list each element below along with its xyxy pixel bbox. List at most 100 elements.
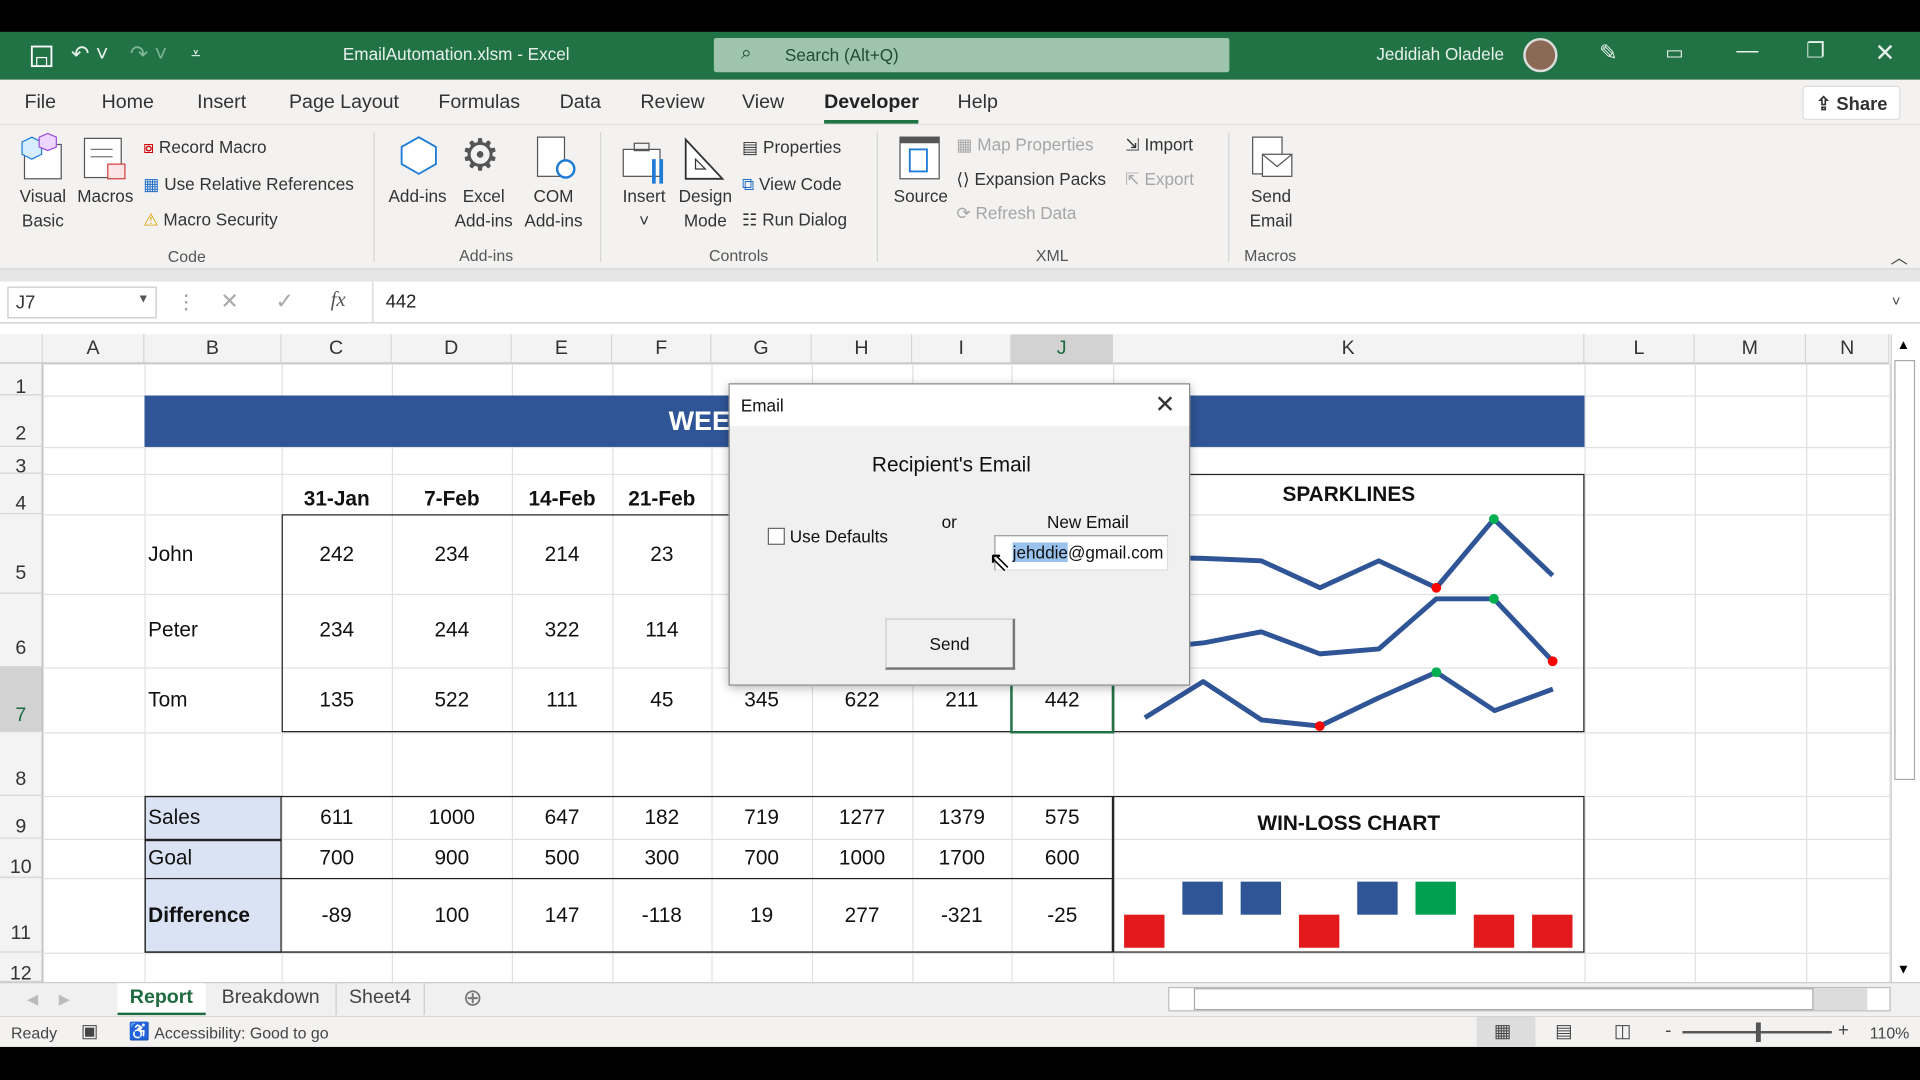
properties-icon: ▤ [742, 137, 759, 157]
close-icon[interactable]: ✕ [1155, 389, 1176, 420]
table-icon: ▦ [143, 173, 160, 194]
share-button[interactable]: ⇪ Share [1802, 85, 1901, 121]
formula-input[interactable]: 442 [372, 281, 1890, 324]
design-mode-button[interactable]: Design Mode [675, 184, 736, 233]
minimize-icon[interactable]: — [1736, 38, 1758, 64]
scroll-right-icon[interactable]: ▶ [59, 991, 70, 1008]
view-code-button[interactable]: ⧉ View Code [742, 174, 842, 195]
tab-file[interactable]: File [24, 92, 56, 114]
map-properties-button[interactable]: ▦ Map Properties [956, 135, 1093, 156]
user-name[interactable]: Jedidiah Oladele [1376, 44, 1504, 64]
mouse-cursor-icon: ⇖ [988, 546, 1011, 577]
horizontal-scrollbar[interactable] [1168, 986, 1891, 1012]
zoom-in-icon[interactable]: + [1838, 1020, 1849, 1041]
name-box-value: J7 [15, 292, 36, 314]
export-label: Export [1144, 168, 1194, 189]
send-button[interactable]: Send [885, 618, 1016, 670]
restore-icon[interactable]: ❐ [1806, 39, 1825, 63]
page-layout-view-icon[interactable]: ▤ [1555, 1020, 1572, 1042]
tab-help[interactable]: Help [958, 92, 998, 114]
refresh-data-icon: ⟳ [956, 203, 971, 223]
zoom-out-icon[interactable]: - [1665, 1020, 1671, 1041]
undo-icon[interactable]: ↶ ˅ [71, 42, 108, 68]
ribbon: Visual Basic Macros ⧇ Record Macro ▦ Use… [0, 124, 1920, 270]
export-button[interactable]: ⇱ Export [1125, 169, 1194, 190]
close-icon[interactable]: ✕ [1875, 38, 1896, 69]
enter-icon[interactable]: ✓ [276, 289, 294, 315]
scroll-down-icon[interactable]: ▼ [1897, 962, 1910, 977]
sheet-tab-sheet4[interactable]: Sheet4 [335, 983, 425, 1016]
use-defaults-checkbox[interactable] [767, 527, 785, 545]
tab-view[interactable]: View [742, 92, 784, 114]
send-email-icon [1252, 136, 1293, 177]
tab-developer[interactable]: Developer [824, 92, 920, 124]
properties-button[interactable]: ▤ Properties [742, 137, 841, 158]
sheet-tab-report[interactable]: Report [117, 983, 206, 1016]
zoom-slider-handle[interactable] [1755, 1022, 1761, 1043]
scrollbar-thumb[interactable] [1193, 988, 1814, 1011]
cancel-icon[interactable]: ✕ [220, 289, 238, 315]
visual-basic-button[interactable]: Visual Basic [12, 184, 73, 233]
tab-insert[interactable]: Insert [197, 92, 246, 114]
insert-function-icon[interactable]: fx [331, 288, 346, 312]
refresh-data-button[interactable]: ⟳ Refresh Data [956, 203, 1076, 224]
save-icon[interactable] [29, 44, 53, 68]
tab-data[interactable]: Data [560, 92, 601, 114]
new-email-input[interactable]: jehddie@gmail.com [994, 535, 1169, 571]
scroll-left-icon[interactable]: ◀ [27, 991, 38, 1008]
use-relative-references-button[interactable]: ▦ Use Relative References [143, 174, 354, 195]
source-button[interactable]: Source [889, 184, 953, 208]
import-button[interactable]: ⇲ Import [1125, 135, 1193, 156]
accessibility-icon[interactable]: ♿ [129, 1021, 150, 1042]
expand-formula-bar-icon[interactable]: ˅ [1892, 293, 1901, 310]
view-code-label: View Code [759, 173, 842, 194]
properties-label: Properties [763, 137, 842, 157]
run-dialog-label: Run Dialog [762, 209, 848, 229]
zoom-level[interactable]: 110% [1870, 1024, 1910, 1042]
macro-security-label: Macro Security [163, 209, 278, 229]
name-box[interactable]: J7 ▼ [7, 286, 157, 319]
page-break-view-icon[interactable]: ◫ [1614, 1020, 1631, 1042]
chevron-down-icon: ˅ [639, 210, 650, 231]
add-sheet-icon[interactable]: ⊕ [463, 984, 482, 1012]
win-bar [1415, 881, 1456, 915]
ribbon-display-icon[interactable]: ▭ [1665, 40, 1684, 64]
tab-formulas[interactable]: Formulas [438, 92, 520, 114]
visual-basic-icon [21, 132, 62, 180]
pen-icon[interactable]: ✎ [1599, 40, 1617, 66]
accessibility-status[interactable]: Accessibility: Good to go [154, 1024, 328, 1042]
use-defaults-label: Use Defaults [789, 526, 888, 547]
redo-icon[interactable]: ↷ ˅ [130, 42, 167, 68]
avatar[interactable] [1523, 37, 1558, 73]
dropdown-icon[interactable]: ▼ [137, 293, 149, 306]
customize-toolbar-icon[interactable]: ⩡ [191, 43, 201, 64]
scroll-up-icon[interactable]: ▲ [1897, 338, 1910, 353]
add-ins-icon [400, 136, 437, 175]
toolbox-icon [622, 142, 664, 184]
add-ins-button[interactable]: Add-ins [387, 184, 448, 208]
record-macro-button[interactable]: ⧇ Record Macro [143, 137, 266, 158]
tab-page-layout[interactable]: Page Layout [289, 92, 399, 114]
collapse-ribbon-icon[interactable]: ︿ [1891, 245, 1908, 269]
search-box[interactable]: ⌕ Search (Alt+Q) [713, 37, 1230, 73]
macros-button[interactable]: Macros [73, 184, 137, 208]
share-label: Share [1836, 94, 1888, 116]
divider [1228, 132, 1230, 263]
sheet-tab-breakdown[interactable]: Breakdown [222, 987, 320, 1009]
excel-add-ins-button[interactable]: Excel Add-ins [448, 184, 519, 233]
warning-icon: ⚠ [143, 209, 159, 229]
com-add-ins-button[interactable]: COM Add-ins [519, 184, 588, 233]
sparkline-high-marker [1488, 593, 1499, 604]
tab-home[interactable]: Home [102, 92, 154, 114]
send-email-button[interactable]: Send Email [1239, 184, 1303, 233]
search-placeholder: Search (Alt+Q) [784, 45, 899, 65]
run-dialog-button[interactable]: ☷ Run Dialog [742, 209, 847, 230]
map-properties-icon: ▦ [956, 134, 973, 155]
macro-security-button[interactable]: ⚠ Macro Security [143, 209, 277, 230]
group-label-controls: Controls [708, 246, 769, 265]
expansion-packs-button[interactable]: ⟨⟩ Expansion Packs [956, 169, 1106, 190]
insert-control-button[interactable]: Insert ˅ [616, 184, 672, 233]
normal-view-icon[interactable]: ▦ [1494, 1020, 1511, 1042]
tab-review[interactable]: Review [640, 92, 704, 114]
macro-recording-icon[interactable]: ▣ [81, 1020, 98, 1042]
